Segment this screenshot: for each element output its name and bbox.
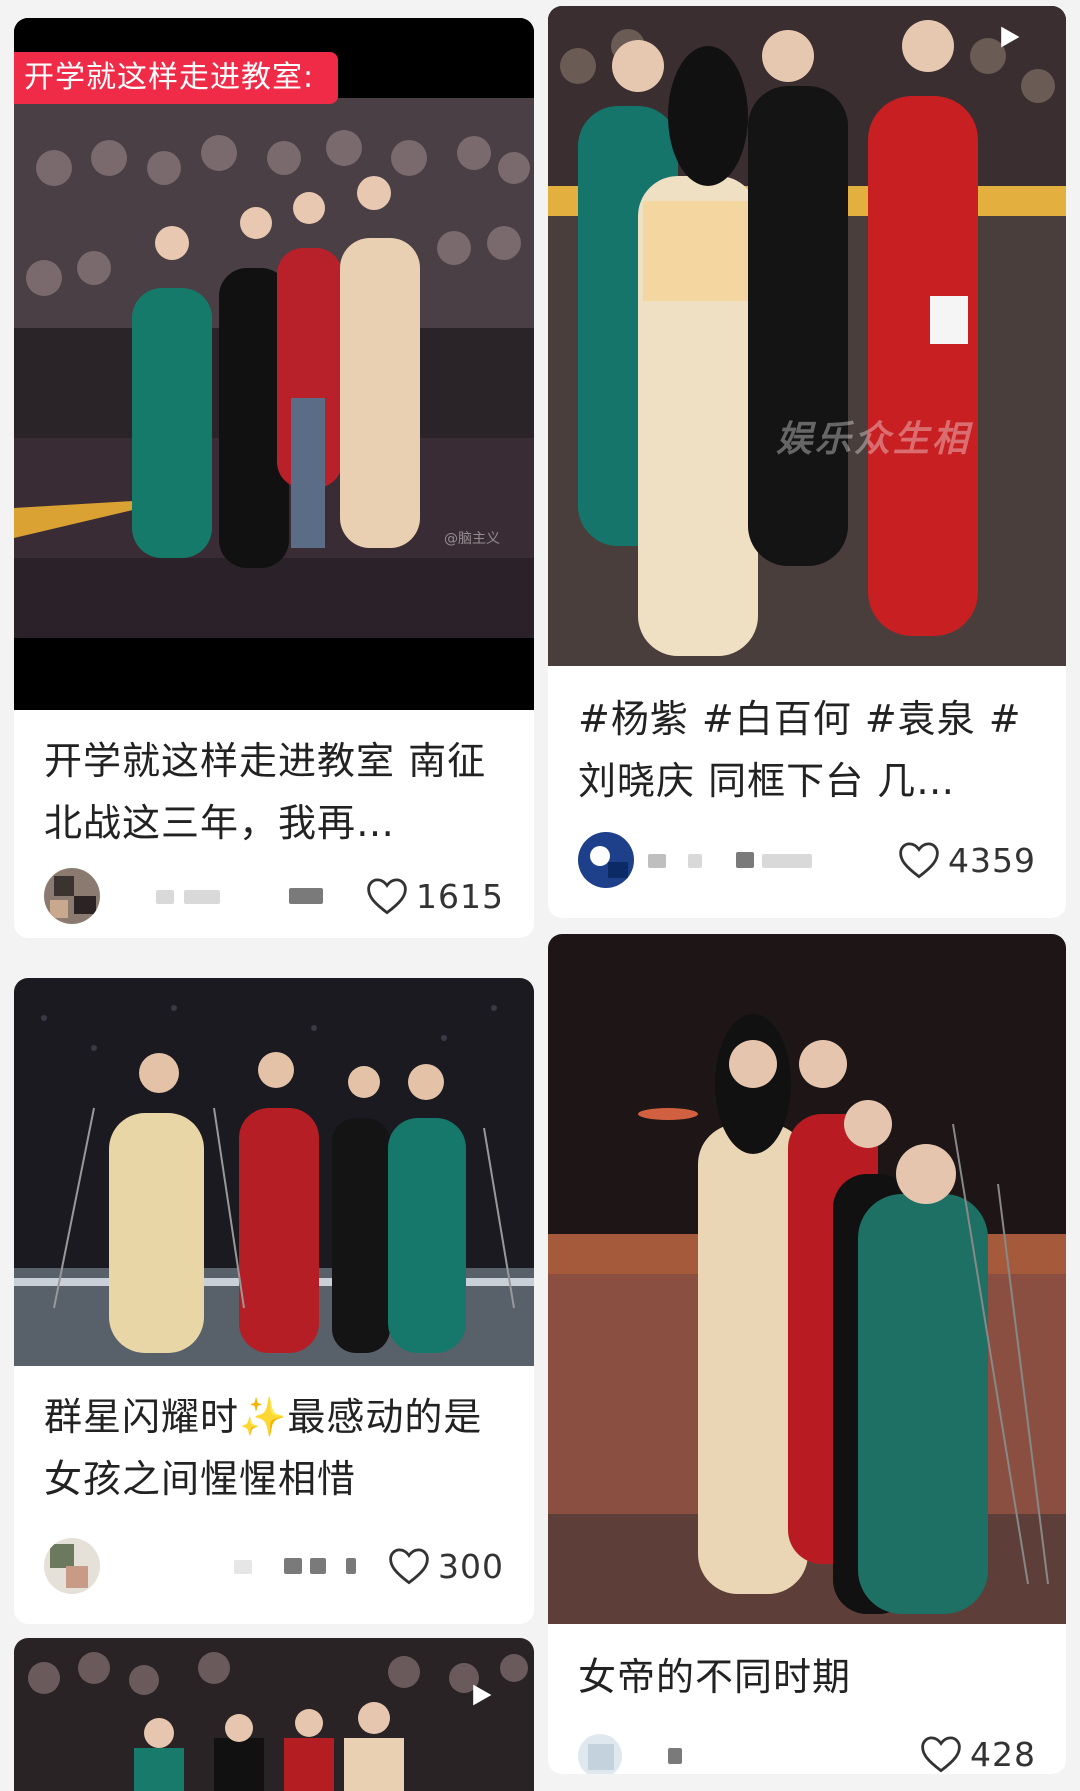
like-button[interactable]: 1615 [366, 874, 504, 918]
author-avatar[interactable] [578, 832, 634, 888]
like-button[interactable]: 300 [388, 1544, 504, 1588]
author-name-redacted [346, 1558, 356, 1574]
feed-card[interactable]: 开学就这样走进教室: @脑主义 开学就这样走进教室 南征北战这三年，我再… 16… [14, 18, 534, 938]
play-icon [474, 78, 534, 710]
author-name-redacted[interactable] [234, 1560, 252, 1574]
feed-card[interactable]: 群星闪耀时✨最感动的是女孩之间惺惺相惜 300 [14, 978, 534, 1624]
image-watermark: 娱乐众生相 [776, 419, 972, 460]
cover-image[interactable]: 开学就这样走进教室: @脑主义 [14, 18, 534, 710]
post-meta: 428 [578, 1734, 1036, 1774]
heart-outline-icon [389, 1548, 429, 1585]
post-meta: 4359 [578, 832, 1036, 888]
post-title[interactable]: 群星闪耀时✨最感动的是女孩之间惺惺相惜 [44, 1386, 510, 1510]
like-button[interactable]: 4359 [898, 838, 1036, 882]
author-name-redacted [310, 1558, 326, 1574]
like-count: 300 [438, 1546, 504, 1586]
author-name-redacted [184, 890, 220, 904]
author-avatar[interactable] [578, 1734, 622, 1774]
video-caption-overlay: 开学就这样走进教室: [14, 52, 339, 104]
feed-card[interactable]: 娱乐众生相 #杨紫 #白百何 #袁泉 #刘晓庆 同框下台 几… 4359 [548, 6, 1066, 918]
play-icon [1001, 26, 1020, 48]
author-avatar[interactable] [44, 868, 100, 924]
stage-photo [14, 978, 534, 1366]
stage-photo [14, 1638, 534, 1791]
like-count: 4359 [948, 840, 1036, 880]
author-name-redacted[interactable] [668, 1748, 682, 1764]
like-button[interactable]: 428 [920, 1732, 1036, 1774]
heart-outline-icon [899, 842, 939, 879]
stage-photo [548, 934, 1066, 1624]
play-icon [473, 1684, 492, 1706]
author-avatar[interactable] [44, 1538, 100, 1594]
image-watermark: @脑主义 [444, 531, 500, 547]
stage-photo [14, 18, 534, 710]
cover-image[interactable] [14, 1638, 534, 1791]
feed-card[interactable] [14, 1638, 534, 1791]
author-name-redacted[interactable] [156, 890, 174, 904]
cover-image[interactable] [548, 934, 1066, 1624]
heart-outline-icon [921, 1736, 961, 1773]
post-title[interactable]: #杨紫 #白百何 #袁泉 #刘晓庆 同框下台 几… [578, 688, 1042, 812]
like-count: 428 [970, 1734, 1036, 1774]
feed-card[interactable]: 女帝的不同时期 428 [548, 934, 1066, 1774]
post-meta: 1615 [44, 868, 504, 924]
author-name-redacted [736, 852, 754, 868]
post-meta: 300 [44, 1538, 504, 1594]
like-count: 1615 [416, 876, 504, 916]
author-name-redacted[interactable] [648, 854, 666, 868]
author-name-redacted [289, 888, 323, 904]
post-title[interactable]: 开学就这样走进教室 南征北战这三年，我再… [44, 730, 510, 854]
author-name-redacted [762, 854, 812, 868]
cover-image[interactable] [14, 978, 534, 1366]
stage-photo [548, 6, 1066, 666]
cover-image[interactable]: 娱乐众生相 [548, 6, 1066, 666]
author-name-redacted [688, 854, 702, 868]
heart-outline-icon [367, 878, 407, 915]
post-title[interactable]: 女帝的不同时期 [578, 1646, 1042, 1708]
author-name-redacted [284, 1558, 302, 1574]
